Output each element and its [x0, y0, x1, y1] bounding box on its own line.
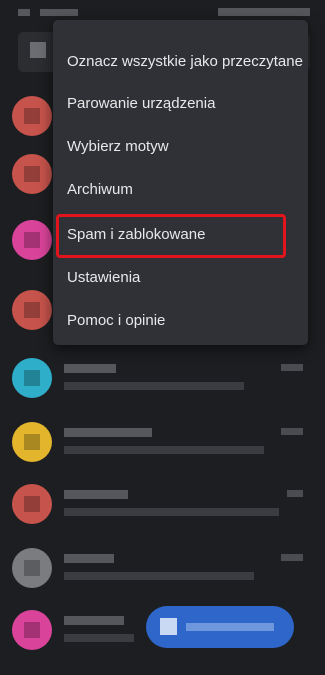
search-icon [30, 42, 46, 58]
menu-item-choose-theme[interactable]: Wybierz motyw [53, 127, 308, 167]
conversation-name [64, 554, 114, 563]
conversation-time [281, 364, 303, 371]
status-time [18, 9, 30, 16]
conversation-time [281, 428, 303, 435]
menu-item-device-pairing[interactable]: Parowanie urządzenia [53, 84, 308, 124]
avatar [12, 548, 52, 588]
conversation-name [64, 490, 128, 499]
conversation-name [64, 428, 152, 437]
avatar [12, 610, 52, 650]
menu-item-help-feedback[interactable]: Pomoc i opinie [53, 301, 308, 341]
conversation-snippet [64, 508, 279, 516]
conversation-snippet [64, 634, 134, 642]
chat-icon [160, 618, 177, 635]
conversation-name [64, 616, 124, 625]
avatar [12, 154, 52, 194]
conversation-snippet [64, 446, 264, 454]
menu-item-archive[interactable]: Archiwum [53, 170, 308, 210]
avatar [12, 220, 52, 260]
avatar [12, 290, 52, 330]
conversation-time [281, 554, 303, 561]
highlight-frame [56, 214, 286, 258]
avatar [12, 422, 52, 462]
conversation-snippet [64, 382, 244, 390]
avatar [12, 96, 52, 136]
menu-item-mark-all-read[interactable]: Oznacz wszystkie jako przeczytane [53, 42, 308, 82]
conversation-time [287, 490, 303, 497]
conversation-row[interactable] [0, 348, 325, 414]
menu-item-settings[interactable]: Ustawienia [53, 258, 308, 298]
overflow-menu: Oznacz wszystkie jako przeczytane Parowa… [53, 20, 308, 345]
conversation-row[interactable] [0, 474, 325, 540]
status-icons-left [40, 9, 78, 16]
conversation-row[interactable] [0, 538, 325, 604]
avatar [12, 358, 52, 398]
start-chat-label [186, 623, 274, 631]
start-chat-button[interactable] [146, 606, 294, 648]
conversation-row[interactable] [0, 412, 325, 478]
conversation-name [64, 364, 116, 373]
conversation-snippet [64, 572, 254, 580]
avatar [12, 484, 52, 524]
status-icons-right [218, 8, 310, 16]
